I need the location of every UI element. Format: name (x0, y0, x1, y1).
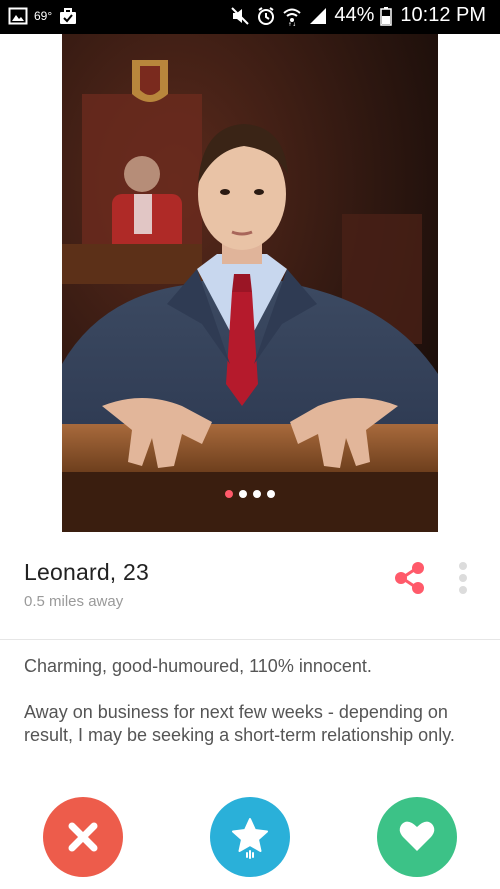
super-like-button[interactable] (210, 797, 290, 877)
bio-paragraph: Away on business for next few weeks - de… (24, 702, 455, 745)
profile-distance: 0.5 miles away (24, 593, 124, 610)
alarm-icon (256, 6, 276, 26)
heart-icon (399, 821, 435, 851)
profile-name-age: Leonard, 23 (24, 559, 149, 585)
like-button[interactable] (377, 797, 457, 877)
mute-icon (230, 6, 250, 26)
bio-paragraph: Charming, good-humoured, 110% innocent. (24, 656, 372, 676)
briefcase-icon (58, 6, 78, 26)
battery-percent-text: 44% (334, 4, 375, 26)
svg-text:↑↓: ↑↓ (288, 22, 296, 26)
photo-dot[interactable] (267, 490, 275, 498)
temperature-text: 69° (34, 9, 53, 23)
star-icon (232, 818, 268, 859)
profile-photo[interactable] (62, 34, 438, 532)
photo-dot[interactable] (225, 490, 233, 498)
clock-text: 10:12 PM (400, 4, 486, 26)
photo-dot[interactable] (239, 490, 247, 498)
divider (0, 639, 500, 640)
signal-icon (308, 6, 328, 26)
gallery-icon (8, 6, 28, 26)
wifi-icon: ↑↓ (282, 6, 302, 28)
status-left: 69° (8, 6, 78, 26)
nope-button[interactable] (43, 797, 123, 877)
photo-dot[interactable] (253, 490, 261, 498)
close-icon (68, 822, 98, 852)
share-icon[interactable] (392, 560, 428, 596)
photo-pagination (62, 490, 438, 498)
more-vert-icon[interactable] (456, 561, 470, 595)
profile-photo-image (62, 34, 438, 532)
status-bar: 69° ↑↓ 44% 10:12 PM (0, 0, 500, 34)
profile-bio: Charming, good-humoured, 110% innocent. … (24, 655, 464, 747)
status-right: ↑↓ 44% 10:12 PM (230, 4, 486, 28)
battery-icon (380, 6, 393, 26)
